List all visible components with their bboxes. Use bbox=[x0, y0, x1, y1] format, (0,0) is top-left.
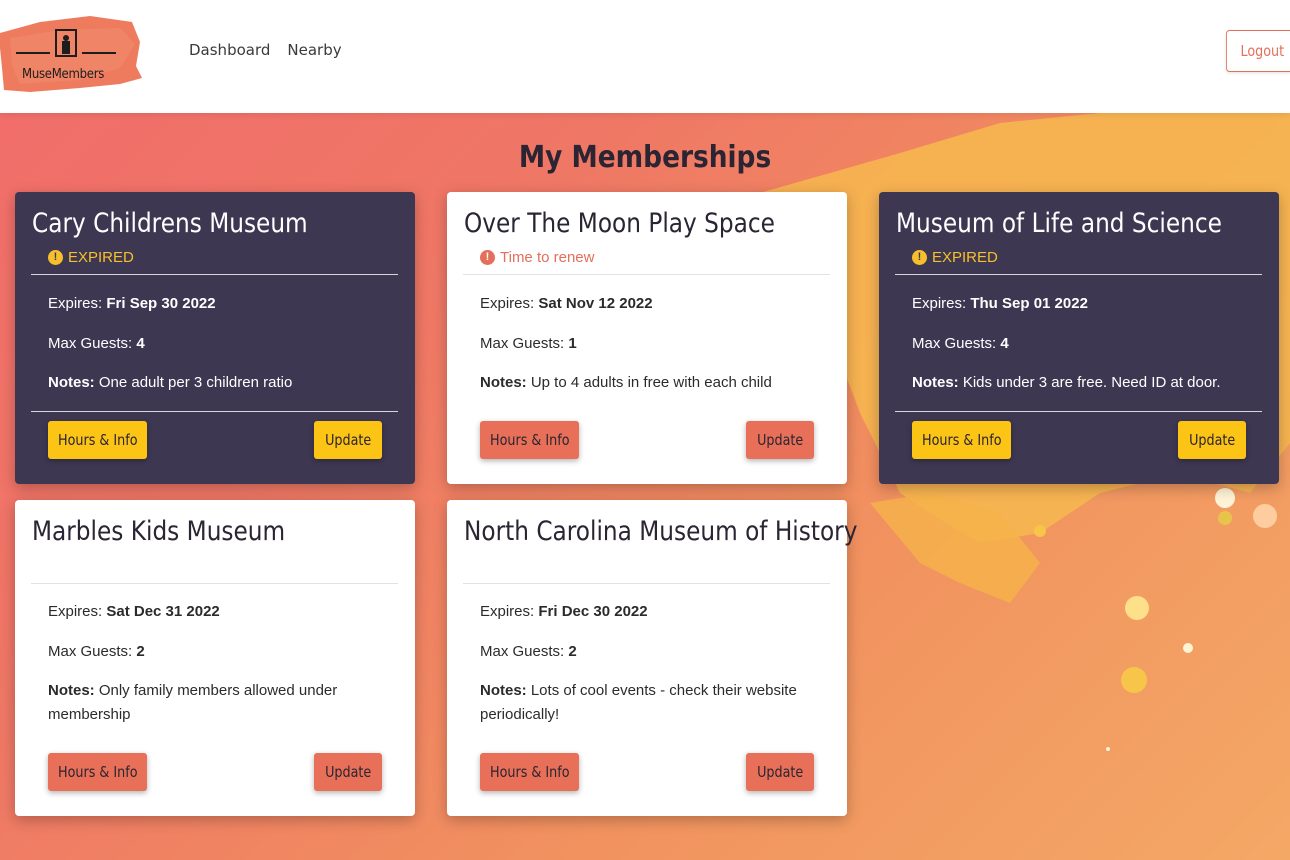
expires-value: Thu Sep 01 2022 bbox=[970, 295, 1088, 312]
notes-field: Notes: Lots of cool events - check their… bbox=[480, 679, 820, 727]
page-title: My Memberships bbox=[518, 140, 772, 175]
update-label: Update bbox=[1188, 431, 1236, 449]
update-label: Update bbox=[756, 763, 804, 781]
guests-field: Max Guests: 4 bbox=[48, 335, 145, 352]
expires-field: Expires: Fri Dec 30 2022 bbox=[480, 603, 648, 620]
app-logo[interactable]: MuseMembers bbox=[0, 8, 142, 96]
guests-label: Max Guests: bbox=[48, 643, 133, 660]
divider bbox=[31, 274, 398, 275]
guests-field: Max Guests: 1 bbox=[480, 335, 577, 352]
expires-value: Fri Dec 30 2022 bbox=[538, 603, 648, 620]
hours-info-label: Hours & Info bbox=[489, 431, 570, 449]
expires-field: Expires: Fri Sep 30 2022 bbox=[48, 295, 216, 312]
status-text: Time to renew bbox=[500, 249, 595, 266]
expires-value: Sat Nov 12 2022 bbox=[538, 295, 653, 312]
notes-label: Notes: bbox=[48, 682, 95, 699]
divider bbox=[31, 411, 398, 412]
main-nav: Dashboard Nearby bbox=[189, 41, 342, 59]
guests-label: Max Guests: bbox=[912, 335, 997, 352]
membership-card: Cary Childrens Museum ! EXPIRED Expires:… bbox=[15, 192, 415, 484]
notes-value: Lots of cool events - check their websit… bbox=[480, 682, 797, 723]
notes-field: Notes: Kids under 3 are free. Need ID at… bbox=[912, 371, 1252, 395]
hours-info-label: Hours & Info bbox=[57, 431, 138, 449]
alert-circle-icon: ! bbox=[912, 250, 927, 265]
hours-info-button[interactable]: Hours & Info bbox=[912, 421, 1011, 459]
guests-label: Max Guests: bbox=[480, 643, 565, 660]
update-label: Update bbox=[756, 431, 804, 449]
notes-value: Up to 4 adults in free with each child bbox=[530, 374, 772, 391]
guests-field: Max Guests: 2 bbox=[48, 643, 145, 660]
logo-text: MuseMembers bbox=[22, 67, 105, 82]
card-title: Over The Moon Play Space bbox=[464, 208, 775, 239]
hours-info-button[interactable]: Hours & Info bbox=[48, 753, 147, 791]
divider bbox=[463, 583, 830, 584]
guests-value: 4 bbox=[1000, 335, 1009, 352]
expires-field: Expires: Sat Nov 12 2022 bbox=[480, 295, 653, 312]
alert-circle-icon: ! bbox=[48, 250, 63, 265]
guests-field: Max Guests: 2 bbox=[480, 643, 577, 660]
expires-field: Expires: Thu Sep 01 2022 bbox=[912, 295, 1088, 312]
notes-label: Notes: bbox=[480, 374, 527, 391]
membership-card: Over The Moon Play Space ! Time to renew… bbox=[447, 192, 847, 484]
hours-info-button[interactable]: Hours & Info bbox=[48, 421, 147, 459]
membership-card: Museum of Life and Science ! EXPIRED Exp… bbox=[879, 192, 1279, 484]
update-button[interactable]: Update bbox=[746, 421, 814, 459]
status-badge: ! EXPIRED bbox=[48, 249, 134, 266]
expires-label: Expires: bbox=[912, 295, 967, 312]
top-navbar: MuseMembers Dashboard Nearby Logout bbox=[0, 0, 1290, 113]
expires-label: Expires: bbox=[480, 295, 535, 312]
expires-field: Expires: Sat Dec 31 2022 bbox=[48, 603, 220, 620]
hours-info-button[interactable]: Hours & Info bbox=[480, 753, 579, 791]
membership-card: North Carolina Museum of History Expires… bbox=[447, 500, 857, 816]
guests-label: Max Guests: bbox=[480, 335, 565, 352]
guests-field: Max Guests: 4 bbox=[912, 335, 1009, 352]
guests-value: 4 bbox=[136, 335, 145, 352]
status-badge: ! EXPIRED bbox=[912, 249, 998, 266]
logout-button[interactable]: Logout bbox=[1226, 30, 1290, 72]
divider bbox=[31, 583, 398, 584]
guests-value: 1 bbox=[568, 335, 577, 352]
notes-label: Notes: bbox=[480, 682, 527, 699]
alert-circle-icon: ! bbox=[480, 250, 495, 265]
divider bbox=[895, 274, 1262, 275]
nav-dashboard[interactable]: Dashboard bbox=[189, 41, 270, 59]
update-label: Update bbox=[324, 431, 372, 449]
card-title: North Carolina Museum of History bbox=[464, 516, 858, 547]
museum-figure-icon bbox=[0, 16, 142, 92]
update-label: Update bbox=[324, 763, 372, 781]
status-text: EXPIRED bbox=[932, 249, 998, 266]
status-text: EXPIRED bbox=[68, 249, 134, 266]
expires-label: Expires: bbox=[48, 603, 103, 620]
notes-label: Notes: bbox=[48, 374, 95, 391]
update-button[interactable]: Update bbox=[314, 421, 382, 459]
notes-label: Notes: bbox=[912, 374, 959, 391]
notes-field: Notes: Up to 4 adults in free with each … bbox=[480, 371, 820, 395]
card-title: Marbles Kids Museum bbox=[32, 516, 286, 547]
expires-label: Expires: bbox=[480, 603, 535, 620]
hours-info-label: Hours & Info bbox=[57, 763, 138, 781]
card-title: Cary Childrens Museum bbox=[32, 208, 308, 239]
status-badge: ! Time to renew bbox=[480, 249, 594, 266]
card-title: Museum of Life and Science bbox=[896, 208, 1222, 239]
update-button[interactable]: Update bbox=[314, 753, 382, 791]
notes-value: Kids under 3 are free. Need ID at door. bbox=[962, 374, 1221, 391]
expires-value: Fri Sep 30 2022 bbox=[106, 295, 216, 312]
update-button[interactable]: Update bbox=[1178, 421, 1246, 459]
nav-nearby[interactable]: Nearby bbox=[287, 41, 341, 59]
divider bbox=[895, 411, 1262, 412]
notes-field: Notes: Only family members allowed under… bbox=[48, 679, 388, 727]
guests-value: 2 bbox=[136, 643, 145, 660]
notes-field: Notes: One adult per 3 children ratio bbox=[48, 371, 388, 395]
membership-card: Marbles Kids Museum Expires: Sat Dec 31 … bbox=[15, 500, 415, 816]
expires-value: Sat Dec 31 2022 bbox=[106, 603, 220, 620]
divider bbox=[463, 274, 830, 275]
guests-label: Max Guests: bbox=[48, 335, 133, 352]
hours-info-label: Hours & Info bbox=[921, 431, 1002, 449]
hours-info-button[interactable]: Hours & Info bbox=[480, 421, 579, 459]
guests-value: 2 bbox=[568, 643, 577, 660]
hours-info-label: Hours & Info bbox=[489, 763, 570, 781]
update-button[interactable]: Update bbox=[746, 753, 814, 791]
notes-value: One adult per 3 children ratio bbox=[98, 374, 293, 391]
expires-label: Expires: bbox=[48, 295, 103, 312]
